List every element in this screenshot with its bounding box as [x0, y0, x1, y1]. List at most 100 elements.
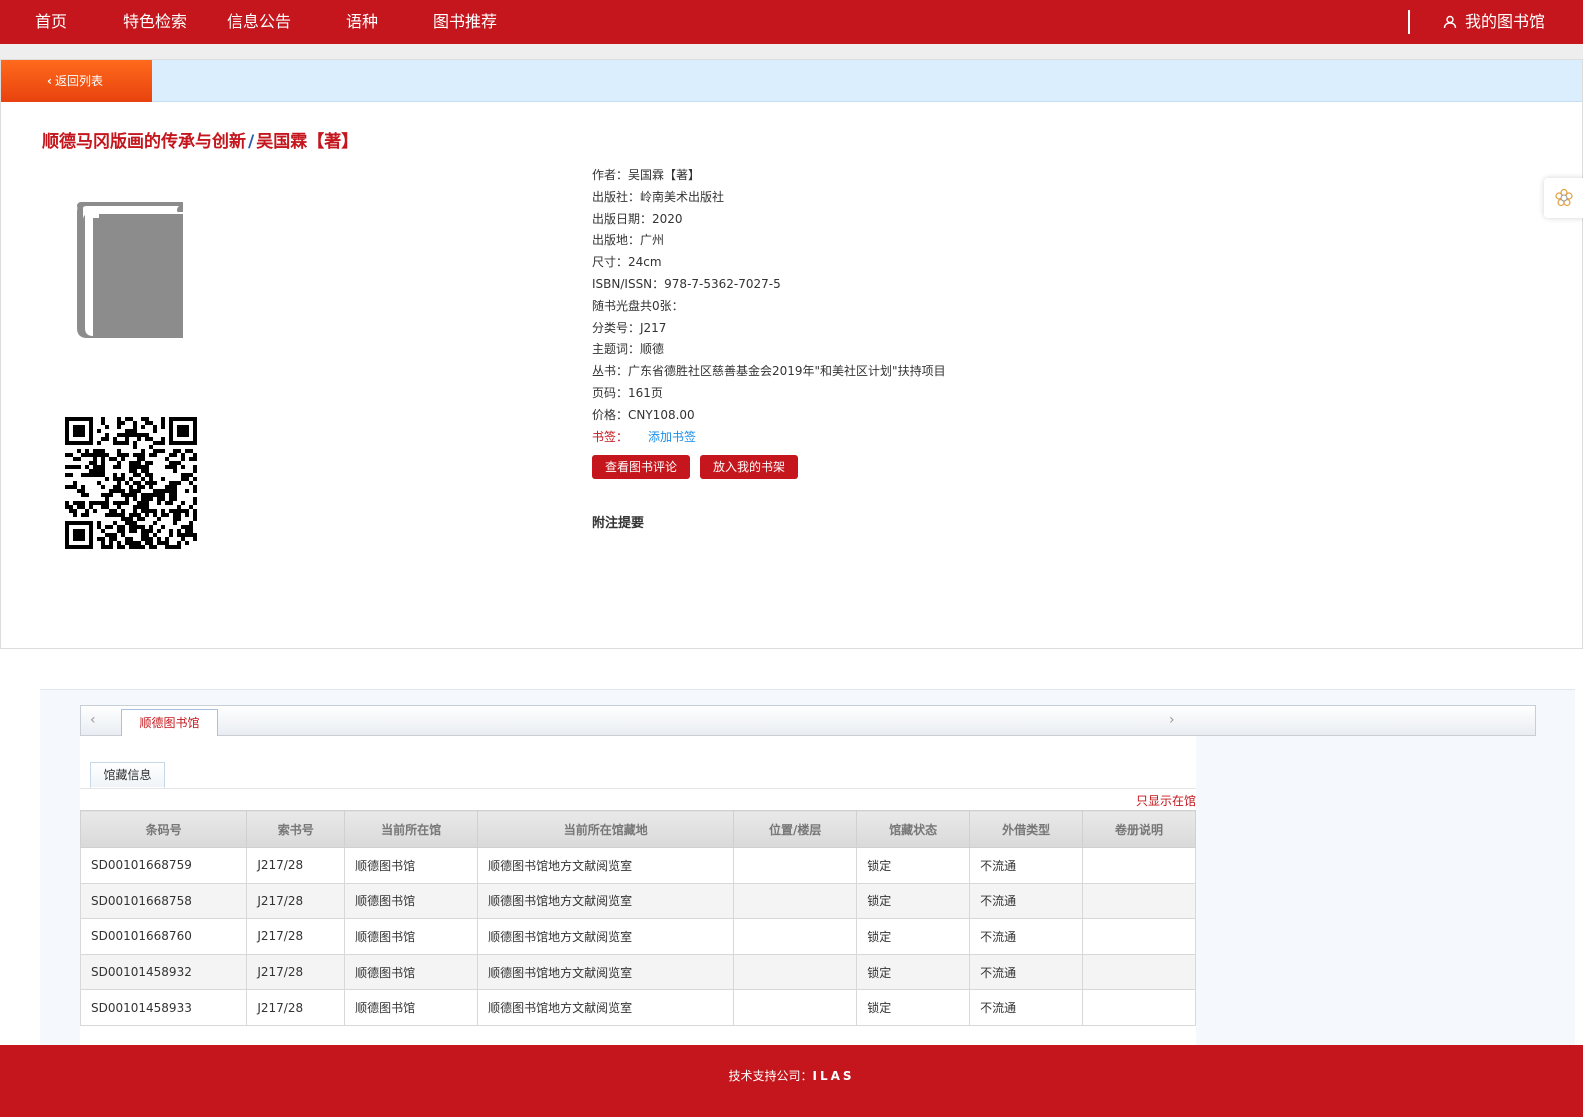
spacer-bar — [0, 44, 1583, 59]
cell-current-location: 顺德图书馆地方文献阅览室 — [477, 953, 735, 991]
col-floor: 位置/楼层 — [733, 810, 858, 848]
book-title-author: 吴国霖【著】 — [256, 132, 359, 152]
my-library-link[interactable]: 我的图书馆 — [1443, 0, 1545, 44]
cell-loan-type: 不流通 — [969, 953, 1084, 991]
chevron-right-icon[interactable]: › — [1169, 712, 1175, 728]
cell-status: 锁定 — [856, 847, 971, 884]
book-title: 顺德马冈版画的传承与创新 / 吴国霖【著】 — [42, 127, 358, 152]
subtab-divider — [80, 788, 1196, 789]
back-to-list-label: 返回列表 — [54, 74, 103, 88]
info-bookmark: 书签： 添加书签 — [592, 427, 946, 449]
cell-loan-type: 不流通 — [969, 918, 1084, 955]
cell-volume-note — [1082, 953, 1196, 991]
cell-floor — [733, 918, 858, 955]
nav-announcements[interactable]: 信息公告 — [227, 0, 291, 44]
info-cd: 随书光盘共0张： — [592, 298, 684, 313]
my-library-label: 我的图书馆 — [1465, 12, 1546, 31]
add-bookmark-link[interactable]: 添加书签 — [648, 430, 696, 444]
cell-floor — [733, 953, 858, 991]
book-cover-icon — [75, 200, 187, 344]
table-row: SD00101668759 J217/28 顺德图书馆 顺德图书馆地方文献阅览室… — [79, 847, 1196, 884]
holdings-table: 条码号 索书号 当前所在馆 当前所在馆藏地 位置/楼层 馆藏状态 外借类型 卷册… — [79, 810, 1196, 1026]
info-pub-date: 出版日期：2020 — [592, 211, 683, 226]
settings-flower-icon — [1555, 188, 1573, 207]
cell-call-number: J217/28 — [246, 989, 346, 1026]
table-row: SD00101668758 J217/28 顺德图书馆 顺德图书馆地方文献阅览室… — [79, 882, 1196, 920]
tab-holdings-info[interactable]: 馆藏信息 — [90, 762, 165, 789]
cell-current-location: 顺德图书馆地方文献阅览室 — [477, 847, 735, 884]
col-status: 馆藏状态 — [856, 810, 971, 848]
col-call-number: 索书号 — [246, 810, 346, 848]
action-buttons: 查看图书评论 放入我的书架 — [592, 455, 799, 479]
cell-current-location: 顺德图书馆地方文献阅览室 — [477, 989, 735, 1026]
cell-status: 锁定 — [856, 882, 971, 920]
cell-floor — [733, 847, 858, 884]
library-tab-bar: ‹ 顺德图书馆 › — [80, 705, 1536, 736]
cell-current-library: 顺德图书馆 — [344, 918, 479, 955]
bookmark-label: 书签： — [592, 429, 629, 444]
note-title: 附注提要 — [592, 516, 645, 531]
view-reviews-button[interactable]: 查看图书评论 — [592, 455, 691, 479]
info-author: 作者：吴国霖【著】 — [592, 168, 701, 182]
nav-languages[interactable]: 语种 — [346, 0, 378, 44]
col-volume-note: 卷册说明 — [1082, 810, 1196, 848]
cell-status: 锁定 — [856, 918, 971, 955]
cell-loan-type: 不流通 — [969, 847, 1084, 884]
floating-settings-button[interactable] — [1544, 178, 1583, 218]
tab-shunde-library[interactable]: 顺德图书馆 — [121, 709, 218, 736]
footer-brand: ILAS — [812, 1069, 855, 1083]
qr-code-icon — [65, 417, 197, 553]
cell-current-library: 顺德图书馆 — [344, 847, 479, 884]
user-icon — [1443, 15, 1457, 29]
cell-volume-note — [1082, 847, 1196, 884]
info-series: 丛书：广东省德胜社区慈善基金会2019年"和美社区计划"扶持项目 — [592, 364, 946, 379]
cell-barcode: SD00101458933 — [79, 989, 248, 1026]
col-loan-type: 外借类型 — [969, 810, 1084, 848]
info-pub-place: 出版地：广州 — [592, 233, 665, 248]
info-isbn: ISBN/ISSN：978-7-5362-7027-5 — [592, 276, 781, 291]
nav-divider — [1408, 10, 1410, 34]
info-subject: 主题词：顺德 — [592, 342, 665, 357]
cell-floor — [733, 989, 858, 1026]
cell-volume-note — [1082, 918, 1196, 955]
cell-status: 锁定 — [856, 989, 971, 1026]
table-row: SD00101668760 J217/28 顺德图书馆 顺德图书馆地方文献阅览室… — [79, 918, 1196, 955]
only-in-library-link[interactable]: 只显示在馆 — [1136, 792, 1196, 809]
book-info: 作者：吴国霖【著】 出版社：岭南美术出版社 出版日期：2020 出版地：广州 尺… — [592, 165, 946, 448]
cell-barcode: SD00101668759 — [79, 847, 248, 884]
info-pages: 页码：161页 — [592, 385, 663, 400]
holdings-header-row: 条码号 索书号 当前所在馆 当前所在馆藏地 位置/楼层 馆藏状态 外借类型 卷册… — [79, 810, 1196, 848]
cell-barcode: SD00101458932 — [79, 953, 248, 991]
col-current-library: 当前所在馆 — [344, 810, 479, 848]
info-publisher: 出版社：岭南美术出版社 — [592, 189, 725, 204]
back-to-list-button[interactable]: ‹ 返回列表 — [1, 60, 152, 102]
footer: 技术支持公司：ILAS — [0, 1045, 1583, 1117]
add-to-shelf-button[interactable]: 放入我的书架 — [700, 455, 799, 479]
cell-call-number: J217/28 — [246, 847, 346, 884]
cell-status: 锁定 — [856, 953, 971, 991]
chevron-left-icon[interactable]: ‹ — [90, 712, 96, 728]
cell-floor — [733, 882, 858, 920]
col-current-location: 当前所在馆藏地 — [477, 810, 735, 848]
holdings-section: ‹ 顺德图书馆 › 馆藏信息 只显示在馆 条码号 索书号 当前所在馆 当前所在馆… — [40, 689, 1575, 1046]
back-bar: ‹ 返回列表 — [1, 60, 1582, 102]
nav-special-search[interactable]: 特色检索 — [123, 0, 187, 44]
table-row: SD00101458932 J217/28 顺德图书馆 顺德图书馆地方文献阅览室… — [79, 953, 1196, 991]
top-navigation: 首页 特色检索 信息公告 语种 图书推荐 我的图书馆 — [0, 0, 1583, 44]
book-title-separator: / — [248, 132, 255, 152]
table-row: SD00101458933 J217/28 顺德图书馆 顺德图书馆地方文献阅览室… — [79, 989, 1196, 1026]
info-class-number: 分类号：J217 — [592, 320, 667, 335]
cell-current-library: 顺德图书馆 — [344, 882, 479, 920]
nav-book-recommend[interactable]: 图书推荐 — [433, 0, 497, 44]
cell-volume-note — [1082, 882, 1196, 920]
book-title-main: 顺德马冈版画的传承与创新 — [42, 132, 246, 152]
info-price: 价格：CNY108.00 — [592, 407, 695, 422]
cell-volume-note — [1082, 989, 1196, 1026]
col-barcode: 条码号 — [79, 810, 248, 848]
cell-loan-type: 不流通 — [969, 989, 1084, 1026]
cell-barcode: SD00101668758 — [79, 882, 248, 920]
cell-barcode: SD00101668760 — [79, 918, 248, 955]
cell-call-number: J217/28 — [246, 882, 346, 920]
cell-loan-type: 不流通 — [969, 882, 1084, 920]
nav-home[interactable]: 首页 — [35, 0, 67, 44]
